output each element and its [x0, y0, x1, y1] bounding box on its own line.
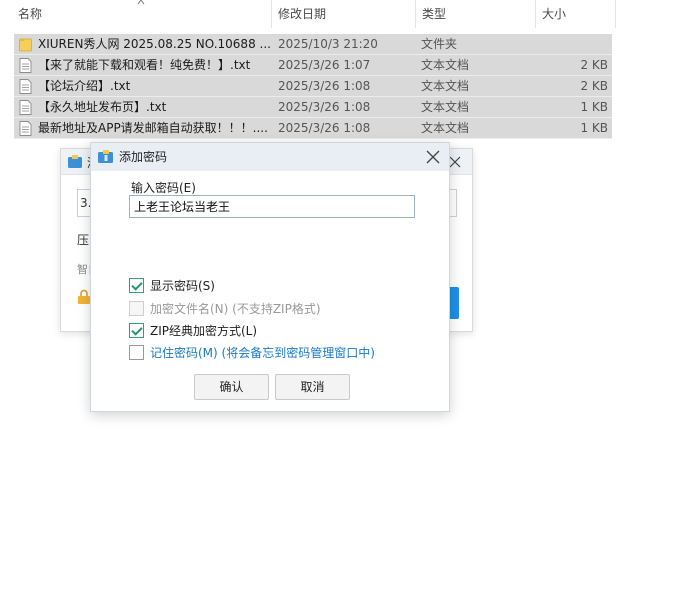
column-name[interactable]: 名称 — [14, 0, 270, 28]
file-type: 文本文档 — [421, 121, 470, 135]
file-type: 文本文档 — [421, 79, 470, 93]
password-input[interactable] — [129, 195, 415, 218]
file-size — [534, 34, 608, 55]
file-type: 文本文档 — [421, 100, 470, 114]
file-size: 1 KB — [580, 121, 608, 135]
file-name: 最新地址及APP请发邮箱自动获取！！！.... — [38, 121, 268, 135]
remember-password-label: 记住密码(M) (将会备忘到密码管理窗口中) — [150, 345, 375, 360]
zip-classic-encryption-label: ZIP经典加密方式(L) — [150, 323, 258, 338]
file-name: 【论坛介绍】.txt — [38, 79, 131, 93]
file-type: 文件夹 — [421, 37, 458, 51]
column-type[interactable]: 类型 — [418, 0, 534, 28]
encrypt-filenames-label: 加密文件名(N) (不支持ZIP格式) — [150, 301, 321, 316]
dialog-title: 添加密码 — [119, 150, 168, 164]
file-type: 文本文档 — [421, 58, 470, 72]
file-row[interactable]: 【永久地址发布页】.txt 2025/3/26 1:08 文本文档 1 KB — [14, 97, 612, 118]
password-label: 输入密码(E) — [131, 181, 196, 195]
zip-classic-encryption-checkbox[interactable]: ZIP经典加密方式(L) — [129, 321, 257, 339]
close-icon[interactable] — [448, 152, 462, 172]
file-size: 2 KB — [580, 58, 608, 72]
checkbox-box — [129, 300, 144, 316]
file-list: 名称 修改日期 类型 大小 XIUREN秀人网 2025.08.25 NO.10… — [0, 0, 688, 140]
file-row[interactable]: 最新地址及APP请发邮箱自动获取！！！.... 2025/3/26 1:08 文… — [14, 118, 612, 139]
file-name: 【来了就能下载和观看！纯免费！】.txt — [38, 58, 251, 72]
confirm-button[interactable]: 确认 — [194, 374, 269, 400]
add-password-dialog: 添加密码 输入密码(E) 显示密码(S) 加密文件名(N) (不支持ZIP格式)… — [90, 142, 450, 412]
checkbox-box[interactable] — [129, 344, 144, 360]
checkbox-box[interactable] — [129, 277, 144, 293]
cancel-button[interactable]: 取消 — [275, 374, 350, 400]
encrypt-filenames-checkbox: 加密文件名(N) (不支持ZIP格式) — [129, 299, 321, 317]
show-password-checkbox[interactable]: 显示密码(S) — [129, 276, 215, 294]
file-date: 2025/10/3 21:20 — [278, 37, 378, 51]
file-date: 2025/3/26 1:08 — [278, 100, 371, 114]
file-date: 2025/3/26 1:07 — [278, 58, 371, 72]
file-size: 1 KB — [580, 100, 608, 114]
show-password-label: 显示密码(S) — [150, 278, 215, 293]
column-divider[interactable] — [271, 0, 272, 28]
file-date: 2025/3/26 1:08 — [278, 121, 371, 135]
column-divider[interactable] — [535, 0, 536, 28]
text-file-icon — [19, 100, 32, 115]
close-icon[interactable] — [425, 149, 441, 165]
column-size[interactable]: 大小 — [538, 0, 614, 28]
checkbox-box[interactable] — [129, 322, 144, 338]
folder-icon — [19, 38, 32, 52]
dialog-titlebar: 添加密码 — [91, 143, 449, 171]
column-header: 名称 修改日期 类型 大小 — [0, 0, 616, 28]
remember-password-checkbox[interactable]: 记住密码(M) (将会备忘到密码管理窗口中) — [129, 343, 375, 361]
column-divider[interactable] — [615, 0, 616, 28]
column-date[interactable]: 修改日期 — [274, 0, 414, 28]
archive-app-icon — [98, 150, 113, 163]
text-file-icon — [19, 121, 32, 136]
file-name: 【永久地址发布页】.txt — [38, 100, 167, 114]
file-row[interactable]: 【论坛介绍】.txt 2025/3/26 1:08 文本文档 2 KB — [14, 76, 612, 97]
file-date: 2025/3/26 1:08 — [278, 79, 371, 93]
file-size: 2 KB — [580, 79, 608, 93]
file-row[interactable]: XIUREN秀人网 2025.08.25 NO.10688 ... 2025/1… — [14, 34, 612, 55]
text-file-icon — [19, 79, 32, 94]
column-divider[interactable] — [415, 0, 416, 28]
archive-app-icon — [68, 155, 82, 168]
text-file-icon — [19, 58, 32, 73]
lock-icon[interactable] — [77, 289, 91, 305]
file-name: XIUREN秀人网 2025.08.25 NO.10688 ... — [38, 37, 271, 51]
file-row[interactable]: 【来了就能下载和观看！纯免费！】.txt 2025/3/26 1:07 文本文档… — [14, 55, 612, 76]
